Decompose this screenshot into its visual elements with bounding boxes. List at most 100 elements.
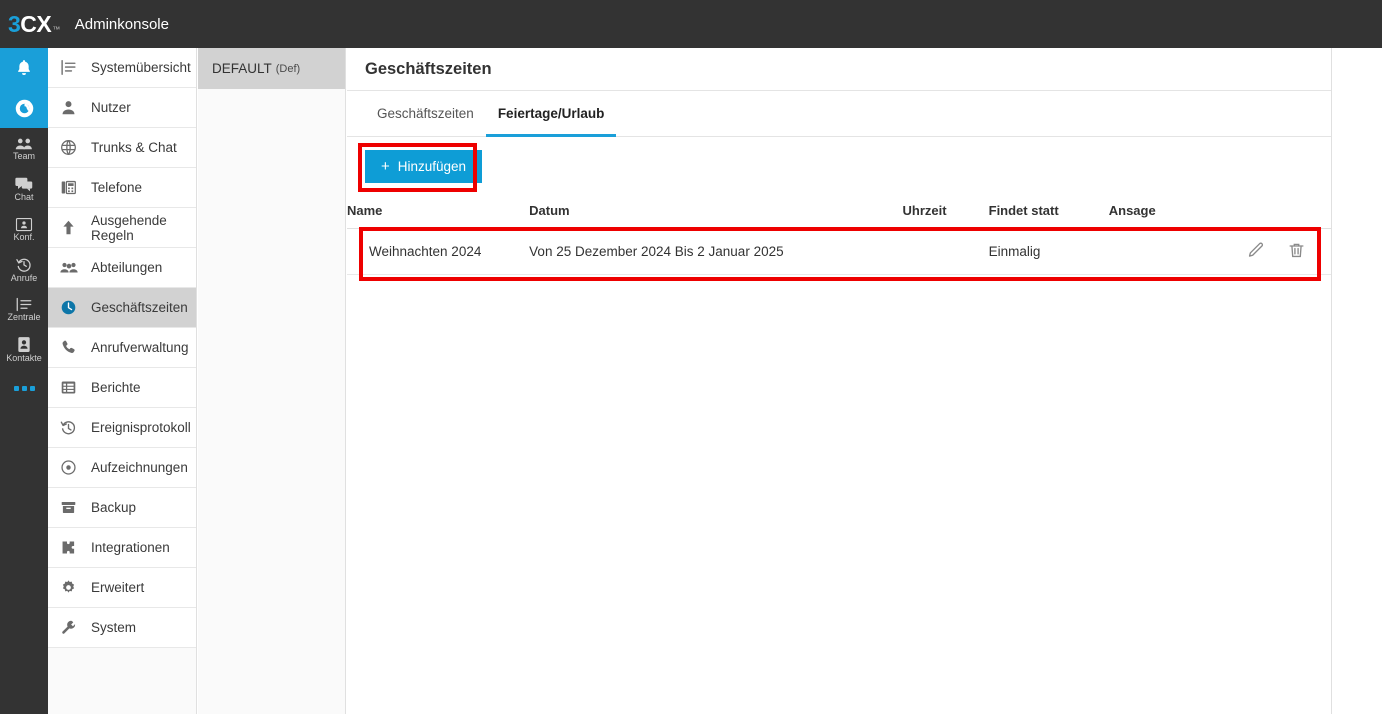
logo-cx-text: CX xyxy=(20,10,52,37)
group-list: DEFAULT (Def) xyxy=(198,48,346,714)
edit-icon[interactable] xyxy=(1246,241,1265,260)
rail-item-calls[interactable]: Anrufe xyxy=(0,248,48,288)
sidebar-item-label: Ausgehende Regeln xyxy=(91,212,167,243)
sidebar-item-label: Trunks & Chat xyxy=(91,140,177,155)
plus-icon: + xyxy=(381,158,390,175)
cell-name: Weihnachten 2024 xyxy=(347,228,530,275)
sidebar-item-geschaeftszeiten[interactable]: Geschäftszeiten xyxy=(48,288,196,328)
content-panel: Geschäftszeiten Geschäftszeiten Feiertag… xyxy=(347,48,1332,714)
page-title: Geschäftszeiten xyxy=(365,59,492,78)
sidebar-item-label: Systemübersicht xyxy=(91,60,191,75)
rail-label-chat: Chat xyxy=(14,191,34,202)
contacts-icon xyxy=(16,336,32,353)
tab-bar: Geschäftszeiten Feiertage/Urlaub xyxy=(347,91,1331,137)
more-dots-icon xyxy=(13,385,19,391)
sidebar-item-telefone[interactable]: Telefone xyxy=(48,168,196,208)
sidebar-item-label: Nutzer xyxy=(91,100,131,115)
rail-item-switchboard[interactable]: Zentrale xyxy=(0,288,48,328)
cell-actions xyxy=(1220,228,1331,275)
group-item-default[interactable]: DEFAULT (Def) xyxy=(198,48,345,89)
add-button[interactable]: + Hinzufügen xyxy=(365,150,483,183)
sidebar-item-systemuebersicht[interactable]: Systemübersicht xyxy=(48,48,196,88)
cell-ansage xyxy=(1108,228,1221,275)
table-header-row: Name Datum Uhrzeit Findet statt Ansage xyxy=(347,199,1331,229)
switchboard-icon xyxy=(15,297,33,312)
gear-icon xyxy=(60,579,82,596)
sidebar-item-label: Telefone xyxy=(91,180,143,195)
sidebar-item-erweitert[interactable]: Erweitert xyxy=(48,568,196,608)
globe-icon xyxy=(60,139,82,156)
team-icon xyxy=(15,137,33,151)
column-header-findet-statt: Findet statt xyxy=(988,199,1109,229)
sidebar-item-label: Abteilungen xyxy=(91,260,163,275)
chat-icon xyxy=(15,177,33,192)
tab-geschaeftszeiten[interactable]: Geschäftszeiten xyxy=(365,92,486,137)
sidebar-item-label: Backup xyxy=(91,500,137,515)
column-header-uhrzeit: Uhrzeit xyxy=(902,199,989,229)
rail-label-contacts: Kontakte xyxy=(6,352,42,363)
sidebar-item-backup[interactable]: Backup xyxy=(48,488,196,528)
sidebar-item-anrufverwaltung[interactable]: Anrufverwaltung xyxy=(48,328,196,368)
sidebar-item-label: Erweitert xyxy=(91,580,145,595)
sidebar-item-integrationen[interactable]: Integrationen xyxy=(48,528,196,568)
rail-label-conference: Konf. xyxy=(13,231,35,242)
handset-icon xyxy=(60,339,82,356)
sidebar-item-aufzeichnungen[interactable]: Aufzeichnungen xyxy=(48,448,196,488)
toolbar: + Hinzufügen xyxy=(347,137,1331,199)
tab-feiertage-urlaub[interactable]: Feiertage/Urlaub xyxy=(485,92,617,137)
sidebar-item-ausgehende-regeln[interactable]: Ausgehende Regeln xyxy=(48,208,196,248)
rail-item-team[interactable]: Team xyxy=(0,128,48,168)
conference-icon xyxy=(15,217,33,232)
user-icon xyxy=(60,99,82,116)
sidebar-item-label: Geschäftszeiten xyxy=(91,300,188,315)
rail-label-switchboard: Zentrale xyxy=(7,311,41,322)
sidebar-item-label: Berichte xyxy=(91,380,141,395)
rail-item-more[interactable] xyxy=(0,368,48,408)
top-bar: 3 CX ™ Adminkonsole xyxy=(0,0,1382,48)
3cx-logo: 3 CX ™ xyxy=(8,10,60,37)
wrench-icon xyxy=(60,619,82,636)
rail-item-webclient[interactable] xyxy=(0,88,48,128)
icon-rail: Team Chat Konf. Anrufe Zentrale Kontakte xyxy=(0,48,48,714)
rail-item-chat[interactable]: Chat xyxy=(0,168,48,208)
rail-item-contacts[interactable]: Kontakte xyxy=(0,328,48,368)
phone-device-icon xyxy=(60,179,82,196)
sidebar-item-label: Anrufverwaltung xyxy=(91,340,189,355)
more-dots-icon xyxy=(21,385,27,391)
calls-history-icon xyxy=(15,256,33,273)
reports-icon xyxy=(60,379,82,396)
rail-label-team: Team xyxy=(12,151,35,161)
sidebar-item-abteilungen[interactable]: Abteilungen xyxy=(48,248,196,288)
column-header-datum: Datum xyxy=(529,199,903,229)
column-header-ansage: Ansage xyxy=(1108,199,1221,229)
clock-icon xyxy=(60,299,82,316)
web-client-icon xyxy=(14,98,35,119)
sidebar-item-label: Ereignisprotokoll xyxy=(91,420,191,435)
overview-icon xyxy=(60,59,82,76)
rail-item-notifications[interactable] xyxy=(0,48,48,88)
group-item-sublabel: (Def) xyxy=(275,62,301,75)
app-title: Adminkonsole xyxy=(74,15,169,33)
table-body: Weihnachten 2024 Von 25 Dezember 2024 Bi… xyxy=(347,228,1331,275)
history-icon xyxy=(60,419,82,436)
sidebar-item-nutzer[interactable]: Nutzer xyxy=(48,88,196,128)
rail-label-calls: Anrufe xyxy=(10,272,38,283)
sidebar-item-trunks-chat[interactable]: Trunks & Chat xyxy=(48,128,196,168)
puzzle-icon xyxy=(60,539,82,556)
column-header-name: Name xyxy=(347,199,530,229)
sidebar-item-ereignisprotokoll[interactable]: Ereignisprotokoll xyxy=(48,408,196,448)
group-item-label: DEFAULT xyxy=(212,61,272,76)
add-button-label: Hinzufügen xyxy=(397,159,467,174)
sidebar-item-label: System xyxy=(91,620,137,635)
sidebar-item-system[interactable]: System xyxy=(48,608,196,648)
sidebar-menu: Systemübersicht Nutzer Trunks & Chat Tel… xyxy=(48,48,197,714)
holidays-table: Name Datum Uhrzeit Findet statt Ansage W… xyxy=(347,199,1331,275)
delete-icon[interactable] xyxy=(1287,241,1306,260)
table-row[interactable]: Weihnachten 2024 Von 25 Dezember 2024 Bi… xyxy=(347,228,1331,275)
archive-icon xyxy=(60,499,82,516)
rail-item-conference[interactable]: Konf. xyxy=(0,208,48,248)
sidebar-item-label: Aufzeichnungen xyxy=(91,460,188,475)
cell-findet-statt: Einmalig xyxy=(988,228,1109,275)
sidebar-item-berichte[interactable]: Berichte xyxy=(48,368,196,408)
logo-trademark: ™ xyxy=(52,24,60,34)
